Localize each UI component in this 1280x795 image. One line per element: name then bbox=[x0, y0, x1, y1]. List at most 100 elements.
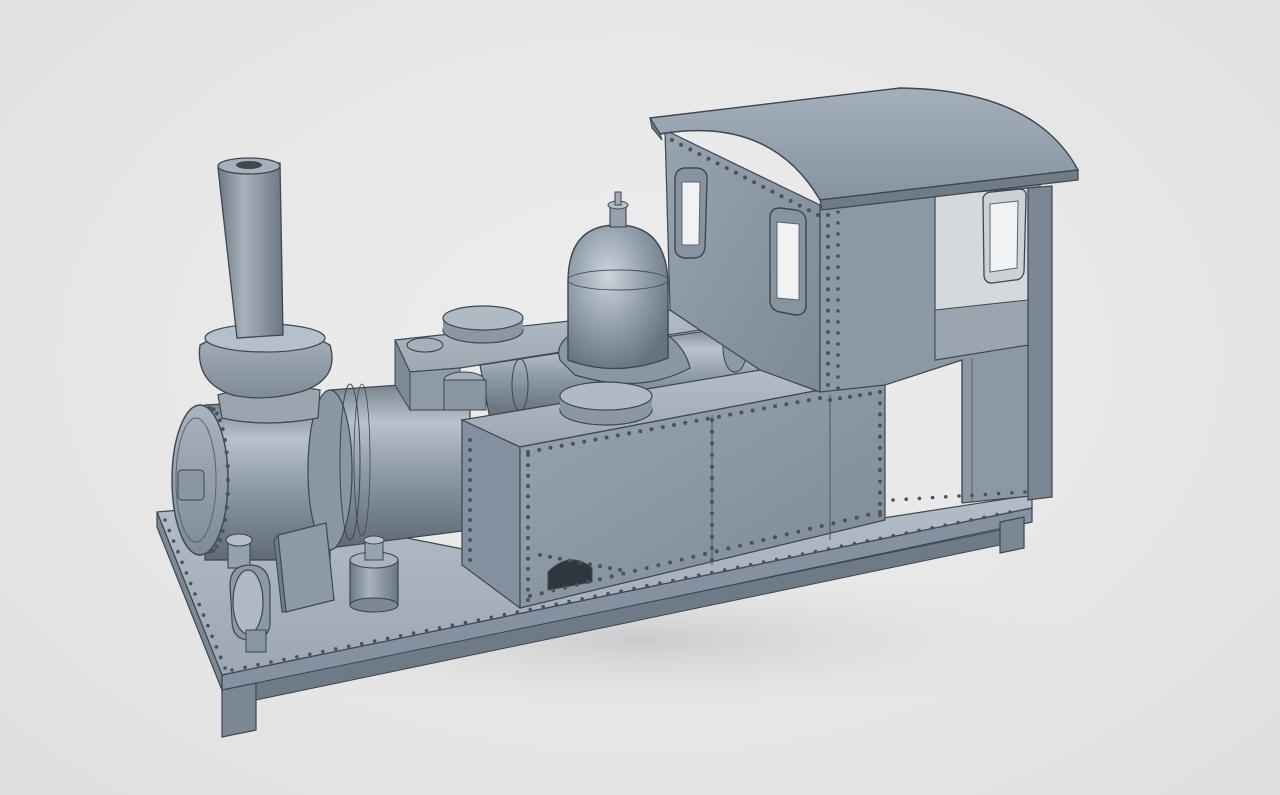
rivet bbox=[163, 518, 167, 522]
rivet bbox=[836, 254, 840, 258]
rivet bbox=[866, 512, 871, 517]
rivet bbox=[295, 655, 299, 659]
rivet bbox=[813, 549, 818, 554]
rivet bbox=[672, 423, 676, 427]
rivet bbox=[538, 553, 542, 557]
rivet bbox=[891, 498, 895, 502]
rivet bbox=[784, 402, 789, 407]
rivet bbox=[806, 208, 811, 213]
rivet bbox=[838, 396, 842, 401]
rivet bbox=[878, 510, 882, 514]
rivet bbox=[526, 484, 530, 489]
rivet bbox=[826, 340, 830, 345]
rivet bbox=[797, 203, 802, 208]
rivet bbox=[548, 554, 552, 559]
rivet bbox=[398, 634, 403, 638]
water-filler-cap-left bbox=[442, 305, 524, 344]
rivet bbox=[836, 221, 840, 225]
rivet bbox=[836, 287, 840, 291]
rivet bbox=[930, 495, 935, 500]
rivet bbox=[706, 156, 711, 161]
rivet bbox=[795, 400, 800, 405]
rivet bbox=[995, 512, 999, 517]
rivet bbox=[796, 529, 801, 534]
rivet bbox=[632, 586, 636, 591]
rivet bbox=[836, 276, 840, 280]
rivet bbox=[826, 372, 830, 377]
rivet bbox=[957, 494, 961, 498]
rivet bbox=[826, 298, 830, 302]
rivet bbox=[836, 210, 840, 214]
rivet bbox=[826, 329, 830, 334]
rivet bbox=[774, 557, 779, 562]
rivet bbox=[188, 581, 193, 586]
rivet bbox=[214, 645, 219, 649]
rivet bbox=[526, 504, 530, 509]
rivet bbox=[683, 420, 688, 425]
rivet bbox=[526, 473, 530, 478]
rivet bbox=[710, 499, 714, 504]
rivet bbox=[574, 582, 579, 587]
rivet bbox=[1023, 490, 1027, 494]
rivet bbox=[836, 375, 840, 379]
rivet bbox=[551, 588, 556, 593]
rivet bbox=[826, 244, 830, 249]
rivet bbox=[891, 533, 896, 538]
rivet bbox=[598, 564, 602, 569]
rivet bbox=[568, 558, 572, 563]
rivet bbox=[735, 565, 740, 570]
rivet bbox=[638, 429, 643, 434]
rivet bbox=[359, 641, 364, 646]
rivet bbox=[710, 558, 714, 562]
rivet bbox=[688, 147, 693, 152]
rivet bbox=[321, 649, 325, 654]
rivet bbox=[843, 518, 847, 523]
rivet bbox=[878, 457, 882, 462]
rivet bbox=[710, 453, 714, 457]
rivet bbox=[904, 531, 909, 535]
rivet bbox=[1008, 510, 1012, 514]
rivet bbox=[548, 445, 553, 450]
rivet bbox=[679, 142, 684, 147]
rivet bbox=[563, 585, 567, 590]
rivet bbox=[743, 175, 747, 180]
rivet bbox=[710, 546, 714, 551]
rivet bbox=[828, 398, 832, 402]
rivet bbox=[578, 560, 582, 565]
rivet bbox=[836, 331, 840, 335]
rivet bbox=[468, 488, 472, 492]
locomotive-model-render[interactable] bbox=[0, 0, 1280, 795]
rivet bbox=[726, 546, 731, 551]
rivet bbox=[752, 180, 757, 185]
rivet bbox=[558, 556, 562, 561]
rivet bbox=[526, 546, 530, 551]
rivet bbox=[621, 571, 626, 576]
rivet bbox=[206, 623, 210, 628]
rivet bbox=[724, 166, 729, 171]
rivet bbox=[225, 492, 230, 496]
rivet bbox=[878, 536, 883, 541]
rivet bbox=[761, 184, 766, 189]
rivet bbox=[679, 557, 684, 562]
rivet bbox=[710, 429, 714, 434]
3d-viewport[interactable] bbox=[0, 0, 1280, 795]
rivet bbox=[346, 644, 351, 649]
rivet bbox=[468, 438, 472, 442]
rivet bbox=[670, 138, 674, 142]
rivet bbox=[826, 234, 830, 239]
rivet bbox=[806, 398, 811, 403]
rivet bbox=[826, 351, 830, 356]
rivet bbox=[710, 488, 714, 492]
rivet bbox=[836, 320, 840, 324]
rivet bbox=[526, 463, 530, 468]
cab-front-window-right bbox=[769, 207, 807, 316]
rivet bbox=[836, 232, 840, 236]
rivet bbox=[214, 411, 219, 416]
rivet bbox=[710, 476, 714, 481]
rivet bbox=[559, 443, 564, 448]
rivet bbox=[526, 453, 530, 457]
rivet bbox=[167, 528, 172, 533]
rivet bbox=[437, 626, 442, 630]
rivet bbox=[225, 464, 230, 468]
rivet bbox=[586, 580, 591, 584]
